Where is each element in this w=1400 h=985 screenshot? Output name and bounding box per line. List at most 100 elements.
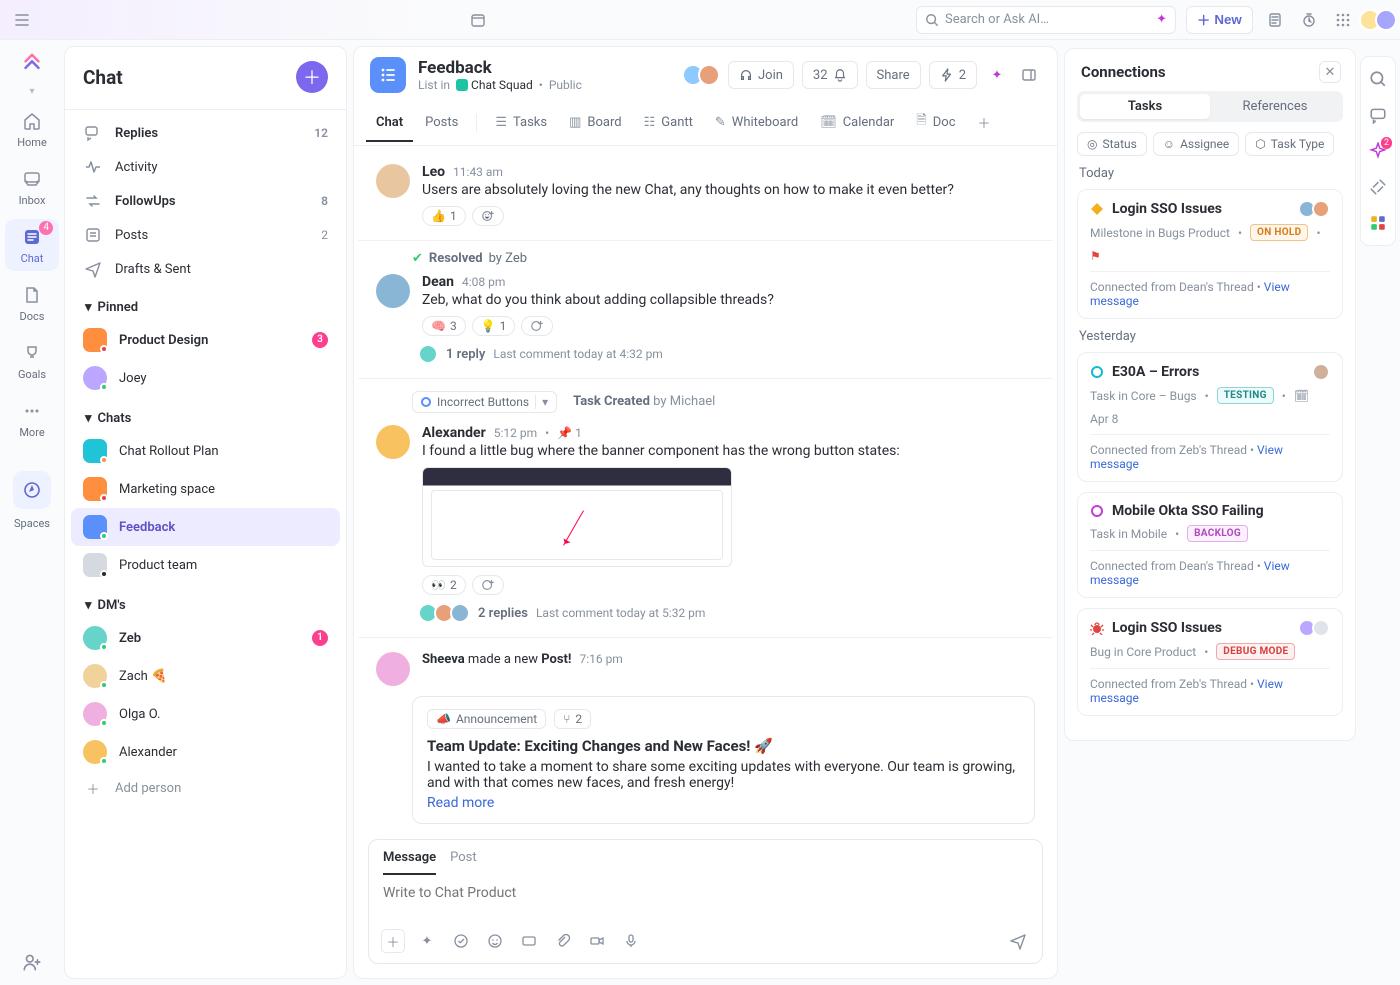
join-button[interactable]: Join xyxy=(728,61,794,89)
rail-inbox[interactable]: Inbox xyxy=(5,161,59,213)
tab-board[interactable]: ▥Board xyxy=(559,105,632,142)
sidebar-item-marketing[interactable]: Marketing space xyxy=(71,470,340,508)
reaction[interactable]: 👍1 xyxy=(422,206,466,226)
avatar[interactable] xyxy=(376,425,410,459)
tab-doc[interactable]: 🗎Doc xyxy=(906,101,965,145)
plus-icon[interactable]: ＋ xyxy=(381,929,405,953)
sidebar-item-chat-rollout[interactable]: Chat Rollout Plan xyxy=(71,432,340,470)
add-view-button[interactable]: ＋ xyxy=(968,103,1001,144)
avatar[interactable] xyxy=(376,164,410,198)
connection-card[interactable]: Login SSO Issues Milestone in Bugs Produ… xyxy=(1077,189,1343,319)
invite-user-icon[interactable] xyxy=(21,951,43,973)
seg-references[interactable]: References xyxy=(1210,94,1340,119)
seg-tasks[interactable]: Tasks xyxy=(1080,94,1210,119)
apps-icon[interactable] xyxy=(1364,209,1392,237)
ai-sparkle-icon[interactable]: ✦ xyxy=(415,929,439,953)
attachment-icon[interactable] xyxy=(551,929,575,953)
sidebar-item-posts[interactable]: Posts 2 xyxy=(71,218,340,252)
sidebar-item-olga[interactable]: Olga O. xyxy=(71,695,340,733)
sidebar-item-joey[interactable]: Joey xyxy=(71,359,340,397)
tab-calendar[interactable]: 🗓Calendar xyxy=(810,105,904,142)
tab-chat[interactable]: Chat xyxy=(366,105,413,142)
member-count-button[interactable]: 32 xyxy=(802,61,858,89)
reaction[interactable]: 👀2 xyxy=(422,575,466,595)
read-more-link[interactable]: Read more xyxy=(427,795,1020,811)
add-reaction-button[interactable] xyxy=(472,575,504,595)
sidebar-item-replies[interactable]: Replies 12 xyxy=(71,116,340,150)
sidebar-item-zeb[interactable]: Zeb 1 xyxy=(71,619,340,657)
avatar[interactable] xyxy=(376,274,410,308)
emoji-icon[interactable] xyxy=(483,929,507,953)
send-button[interactable] xyxy=(1006,929,1030,953)
link-icon[interactable] xyxy=(1364,173,1392,201)
post-card[interactable]: 📣Announcement ⑂2 Team Update: Exciting C… xyxy=(412,696,1035,824)
calendar-tiny-icon[interactable] xyxy=(470,8,486,32)
connection-card[interactable]: Mobile Okta SSO Failing Task in Mobile• … xyxy=(1077,492,1343,598)
new-button[interactable]: ＋ New xyxy=(1186,6,1253,34)
tab-posts[interactable]: Posts xyxy=(415,105,468,142)
filter-status[interactable]: ◎Status xyxy=(1077,132,1147,156)
reaction[interactable]: 🧠3 xyxy=(422,316,466,336)
notepad-icon[interactable] xyxy=(1263,8,1287,32)
global-search[interactable]: Search or Ask AI… ✦ xyxy=(916,6,1176,34)
sidebar-section-chats[interactable]: ▾ Chats xyxy=(71,397,340,432)
sidepanel-icon[interactable] xyxy=(1017,63,1041,87)
connection-card[interactable]: Login SSO Issues Bug in Core Product• DE… xyxy=(1077,608,1343,716)
tab-gantt[interactable]: ☷Gantt xyxy=(634,105,703,142)
user-avatar-stack[interactable] xyxy=(1365,9,1397,31)
search-icon[interactable] xyxy=(1364,65,1392,93)
share-button[interactable]: Share xyxy=(866,61,921,89)
sidebar-item-zach[interactable]: Zach 🍕 xyxy=(71,657,340,695)
message-author[interactable]: Dean xyxy=(422,274,454,290)
member-avatars[interactable] xyxy=(688,64,720,86)
avatar[interactable] xyxy=(376,652,410,686)
chevron-down-icon[interactable]: ▾ xyxy=(29,86,34,97)
rail-goals[interactable]: Goals xyxy=(5,335,59,387)
timer-icon[interactable] xyxy=(1297,8,1321,32)
attachment-image[interactable] xyxy=(422,467,732,567)
rail-home[interactable]: Home xyxy=(5,103,59,155)
post-reply-count[interactable]: ⑂2 xyxy=(554,709,591,729)
rail-more[interactable]: More xyxy=(5,393,59,445)
add-reaction-button[interactable] xyxy=(521,316,553,336)
comment-icon[interactable] xyxy=(1364,101,1392,129)
add-reaction-button[interactable] xyxy=(472,206,504,226)
close-icon[interactable]: ✕ xyxy=(1319,61,1341,83)
apps-grid-icon[interactable] xyxy=(1331,8,1355,32)
tab-tasks[interactable]: ☰Tasks xyxy=(485,105,557,142)
composer-input[interactable] xyxy=(369,875,1042,919)
connection-card[interactable]: E30A – Errors Task in Core – Bugs• TESTI… xyxy=(1077,352,1343,482)
reaction[interactable]: 💡1 xyxy=(472,316,516,336)
thread-summary[interactable]: 1 reply Last comment today at 4:32 pm xyxy=(422,344,1035,364)
sidebar-item-product-design[interactable]: Product Design 3 xyxy=(71,321,340,359)
task-chip[interactable]: Incorrect Buttons ▾ xyxy=(412,391,557,413)
tab-whiteboard[interactable]: ✎Whiteboard xyxy=(705,105,808,142)
rail-spaces[interactable] xyxy=(13,471,51,509)
filter-assignee[interactable]: ☺Assignee xyxy=(1153,132,1240,156)
ai-icon[interactable]: 2 xyxy=(1364,137,1392,165)
sidebar-item-followups[interactable]: FollowUps 8 xyxy=(71,184,340,218)
message-author[interactable]: Sheeva xyxy=(422,652,465,667)
sidebar-section-dms[interactable]: ▾ DM's xyxy=(71,584,340,619)
rail-chat[interactable]: 4 Chat xyxy=(5,219,59,271)
message-author[interactable]: Leo xyxy=(422,164,445,180)
composer-tab-message[interactable]: Message xyxy=(383,850,436,875)
gif-icon[interactable] xyxy=(517,929,541,953)
clickup-logo[interactable] xyxy=(15,46,49,80)
video-icon[interactable] xyxy=(585,929,609,953)
new-chat-button[interactable]: ＋ xyxy=(296,61,328,93)
thread-summary[interactable]: 2 replies Last comment today at 5:32 pm xyxy=(422,603,1035,623)
sidebar-item-feedback[interactable]: Feedback xyxy=(71,508,340,546)
message-author[interactable]: Alexander xyxy=(422,425,486,441)
rail-docs[interactable]: Docs xyxy=(5,277,59,329)
post-tag[interactable]: 📣Announcement xyxy=(427,709,546,729)
breadcrumb-folder[interactable]: Chat Squad xyxy=(471,78,533,92)
composer-tab-post[interactable]: Post xyxy=(450,850,477,875)
sidebar-item-alexander[interactable]: Alexander xyxy=(71,733,340,771)
sidebar-section-pinned[interactable]: ▾ Pinned xyxy=(71,286,340,321)
automations-button[interactable]: 2 xyxy=(929,61,977,89)
sidebar-add-person[interactable]: ＋ Add person xyxy=(71,771,340,805)
sidebar-toggle-icon[interactable] xyxy=(14,8,30,32)
sidebar-item-drafts[interactable]: Drafts & Sent xyxy=(71,252,340,286)
ai-sparkle-icon[interactable]: ✦ xyxy=(985,63,1009,87)
